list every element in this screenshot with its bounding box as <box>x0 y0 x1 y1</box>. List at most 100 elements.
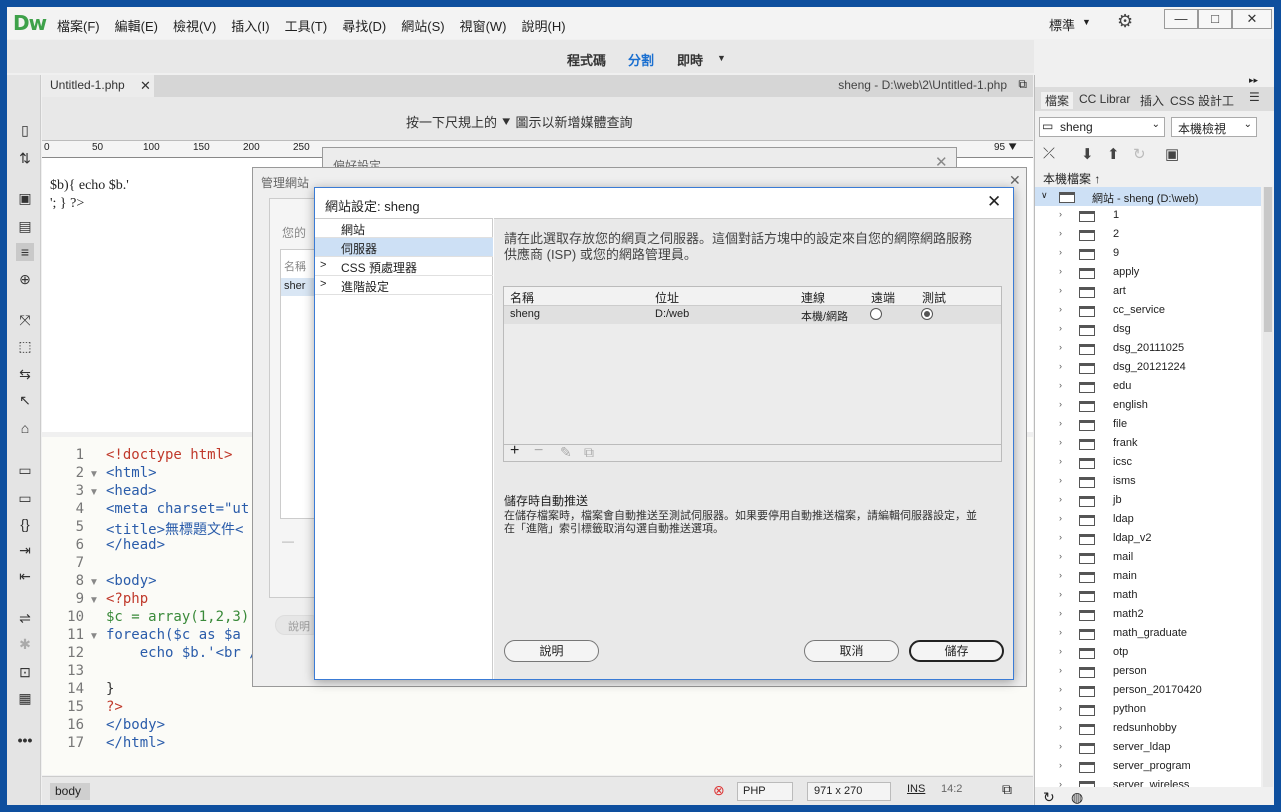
format-source-icon[interactable]: ≡ <box>16 243 34 261</box>
chevron-right-icon[interactable]: › <box>1059 760 1062 770</box>
chevron-right-icon[interactable]: › <box>1059 266 1062 276</box>
code-view-button[interactable]: 程式碼 <box>567 50 606 69</box>
code-line[interactable]: <!doctype html> <box>106 447 232 463</box>
document-tab[interactable]: Untitled-1.php ✕ <box>42 75 154 97</box>
chevron-right-icon[interactable]: › <box>1059 209 1062 219</box>
chevron-right-icon[interactable]: › <box>1059 437 1062 447</box>
site-select[interactable]: sheng ▭ ⌄ <box>1039 117 1165 137</box>
file-tree[interactable]: ∨ 網站 - sheng (D:\web) › 1 › 2 › 9 › apply › art › c… <box>1035 187 1261 787</box>
chevron-right-icon[interactable]: › <box>1059 418 1062 428</box>
panel-menu-icon[interactable]: ☰ <box>1249 90 1260 104</box>
window-size-select[interactable]: 971 x 270 <box>807 782 891 801</box>
file-management-icon[interactable]: ▤ <box>16 217 34 235</box>
code-line[interactable]: <meta charset="ut <box>106 501 249 517</box>
select-parent-icon[interactable]: ⬚ <box>16 337 34 355</box>
insert-mode[interactable]: INS <box>907 783 925 795</box>
chevron-right-icon[interactable]: › <box>1059 589 1062 599</box>
close-button[interactable]: ✕ <box>1232 9 1272 29</box>
chevron-right-icon[interactable]: › <box>1059 646 1062 656</box>
put-files-icon[interactable]: ⬆ <box>1107 145 1120 163</box>
split-view-button[interactable]: 分割 <box>628 50 654 69</box>
open-documents-icon[interactable]: ▣ <box>16 189 34 207</box>
chevron-right-icon[interactable]: › <box>1059 342 1062 352</box>
panel-collapse-icon[interactable]: ▸▸ <box>1249 75 1258 86</box>
tree-folder[interactable]: › server_program <box>1035 757 1261 776</box>
tree-folder[interactable]: › jb <box>1035 491 1261 510</box>
tree-folder[interactable]: › art <box>1035 282 1261 301</box>
menu-item[interactable]: 工具(T) <box>285 16 328 35</box>
tree-folder[interactable]: › python <box>1035 700 1261 719</box>
gear-icon[interactable]: ⚙ <box>1117 11 1133 32</box>
chevron-right-icon[interactable]: › <box>1059 627 1062 637</box>
tree-folder[interactable]: › dsg <box>1035 320 1261 339</box>
local-files-header[interactable]: 本機檔案 ↑ <box>1043 170 1100 187</box>
chevron-right-icon[interactable]: › <box>1059 722 1062 732</box>
tree-folder[interactable]: › math <box>1035 586 1261 605</box>
chevron-right-icon[interactable]: > <box>320 278 326 290</box>
cancel-button[interactable]: 取消 <box>804 640 899 662</box>
outdent-icon[interactable]: ⇤ <box>16 567 34 585</box>
chevron-right-icon[interactable]: › <box>1059 513 1062 523</box>
chevron-right-icon[interactable]: › <box>1059 665 1062 675</box>
tab-insert[interactable]: 插入 <box>1140 92 1164 109</box>
pointer-icon[interactable]: ↖ <box>16 391 34 409</box>
indent-icon[interactable]: ⇥ <box>16 541 34 559</box>
menu-item[interactable]: 網站(S) <box>401 16 444 35</box>
chevron-right-icon[interactable]: › <box>1059 399 1062 409</box>
view-select[interactable]: 本機檢視 ⌄ <box>1171 117 1257 137</box>
code-line[interactable]: <?php <box>106 591 148 607</box>
sort-icon[interactable]: ⇅ <box>16 149 34 167</box>
code-line[interactable]: <html> <box>106 465 157 481</box>
tree-folder[interactable]: › math2 <box>1035 605 1261 624</box>
expand-icon[interactable]: ⤧ <box>16 311 34 329</box>
document-type-select[interactable]: PHP <box>737 782 793 801</box>
chevron-right-icon[interactable]: › <box>1059 570 1062 580</box>
comment-icon[interactable]: ▭ <box>16 461 34 479</box>
tree-folder[interactable]: › file <box>1035 415 1261 434</box>
tree-folder[interactable]: › apply <box>1035 263 1261 282</box>
tree-folder[interactable]: › 9 <box>1035 244 1261 263</box>
log-icon[interactable]: ◍ <box>1071 789 1083 805</box>
tree-folder[interactable]: › cc_service <box>1035 301 1261 320</box>
help-button[interactable]: 說明 <box>504 640 599 662</box>
chevron-right-icon[interactable]: › <box>1059 684 1062 694</box>
live-view-button[interactable]: 即時 <box>677 50 703 69</box>
tree-folder[interactable]: › 2 <box>1035 225 1261 244</box>
code-line[interactable]: <body> <box>106 573 157 589</box>
menu-item[interactable]: 說明(H) <box>522 16 566 35</box>
chevron-down-icon[interactable]: ▼ <box>1082 17 1091 27</box>
menu-item[interactable]: 編輯(E) <box>115 16 158 35</box>
tab-cc-libraries[interactable]: CC Librar <box>1079 92 1130 106</box>
code-line[interactable]: ?> <box>106 699 123 715</box>
chevron-right-icon[interactable]: › <box>1059 494 1062 504</box>
category-item[interactable]: 伺服器 <box>315 238 493 257</box>
tree-folder[interactable]: › person_20170420 <box>1035 681 1261 700</box>
chevron-right-icon[interactable]: › <box>1059 380 1062 390</box>
minimize-button[interactable]: — <box>1164 9 1198 29</box>
code-line[interactable]: } <box>106 681 114 697</box>
code-line[interactable]: foreach($c as $a <box>106 627 241 643</box>
grid-icon[interactable]: ▦ <box>16 689 34 707</box>
fold-toggle[interactable]: ▼ <box>89 487 99 498</box>
table-row[interactable]: sheng D:/web 本機/網路 <box>504 306 1001 324</box>
close-icon[interactable]: ✕ <box>987 192 1001 212</box>
code-line[interactable]: </html> <box>106 735 165 751</box>
code-line[interactable]: $c = array(1,2,3) <box>106 609 249 625</box>
tree-folder[interactable]: › isms <box>1035 472 1261 491</box>
scrollbar-thumb[interactable] <box>1264 187 1272 332</box>
move-css-icon[interactable]: ⇌ <box>16 609 34 627</box>
fold-toggle[interactable]: ▼ <box>89 595 99 606</box>
menu-item[interactable]: 視窗(W) <box>460 16 507 35</box>
connect-icon[interactable]: ⤫ <box>1043 145 1055 162</box>
fold-toggle[interactable]: ▼ <box>89 577 99 588</box>
chevron-right-icon[interactable]: › <box>1059 247 1062 257</box>
tag-selector[interactable]: body <box>50 783 90 800</box>
error-icon[interactable]: ⊗ <box>713 782 725 799</box>
chevron-right-icon[interactable]: › <box>1059 551 1062 561</box>
chevron-right-icon[interactable]: › <box>1059 608 1062 618</box>
chevron-right-icon[interactable]: › <box>1059 323 1062 333</box>
tree-folder[interactable]: › server_ldap <box>1035 738 1261 757</box>
code-line[interactable]: <head> <box>106 483 157 499</box>
wrap-tag-icon[interactable]: {} <box>16 515 34 533</box>
code-line[interactable]: <title>無標題文件< <box>106 519 243 539</box>
